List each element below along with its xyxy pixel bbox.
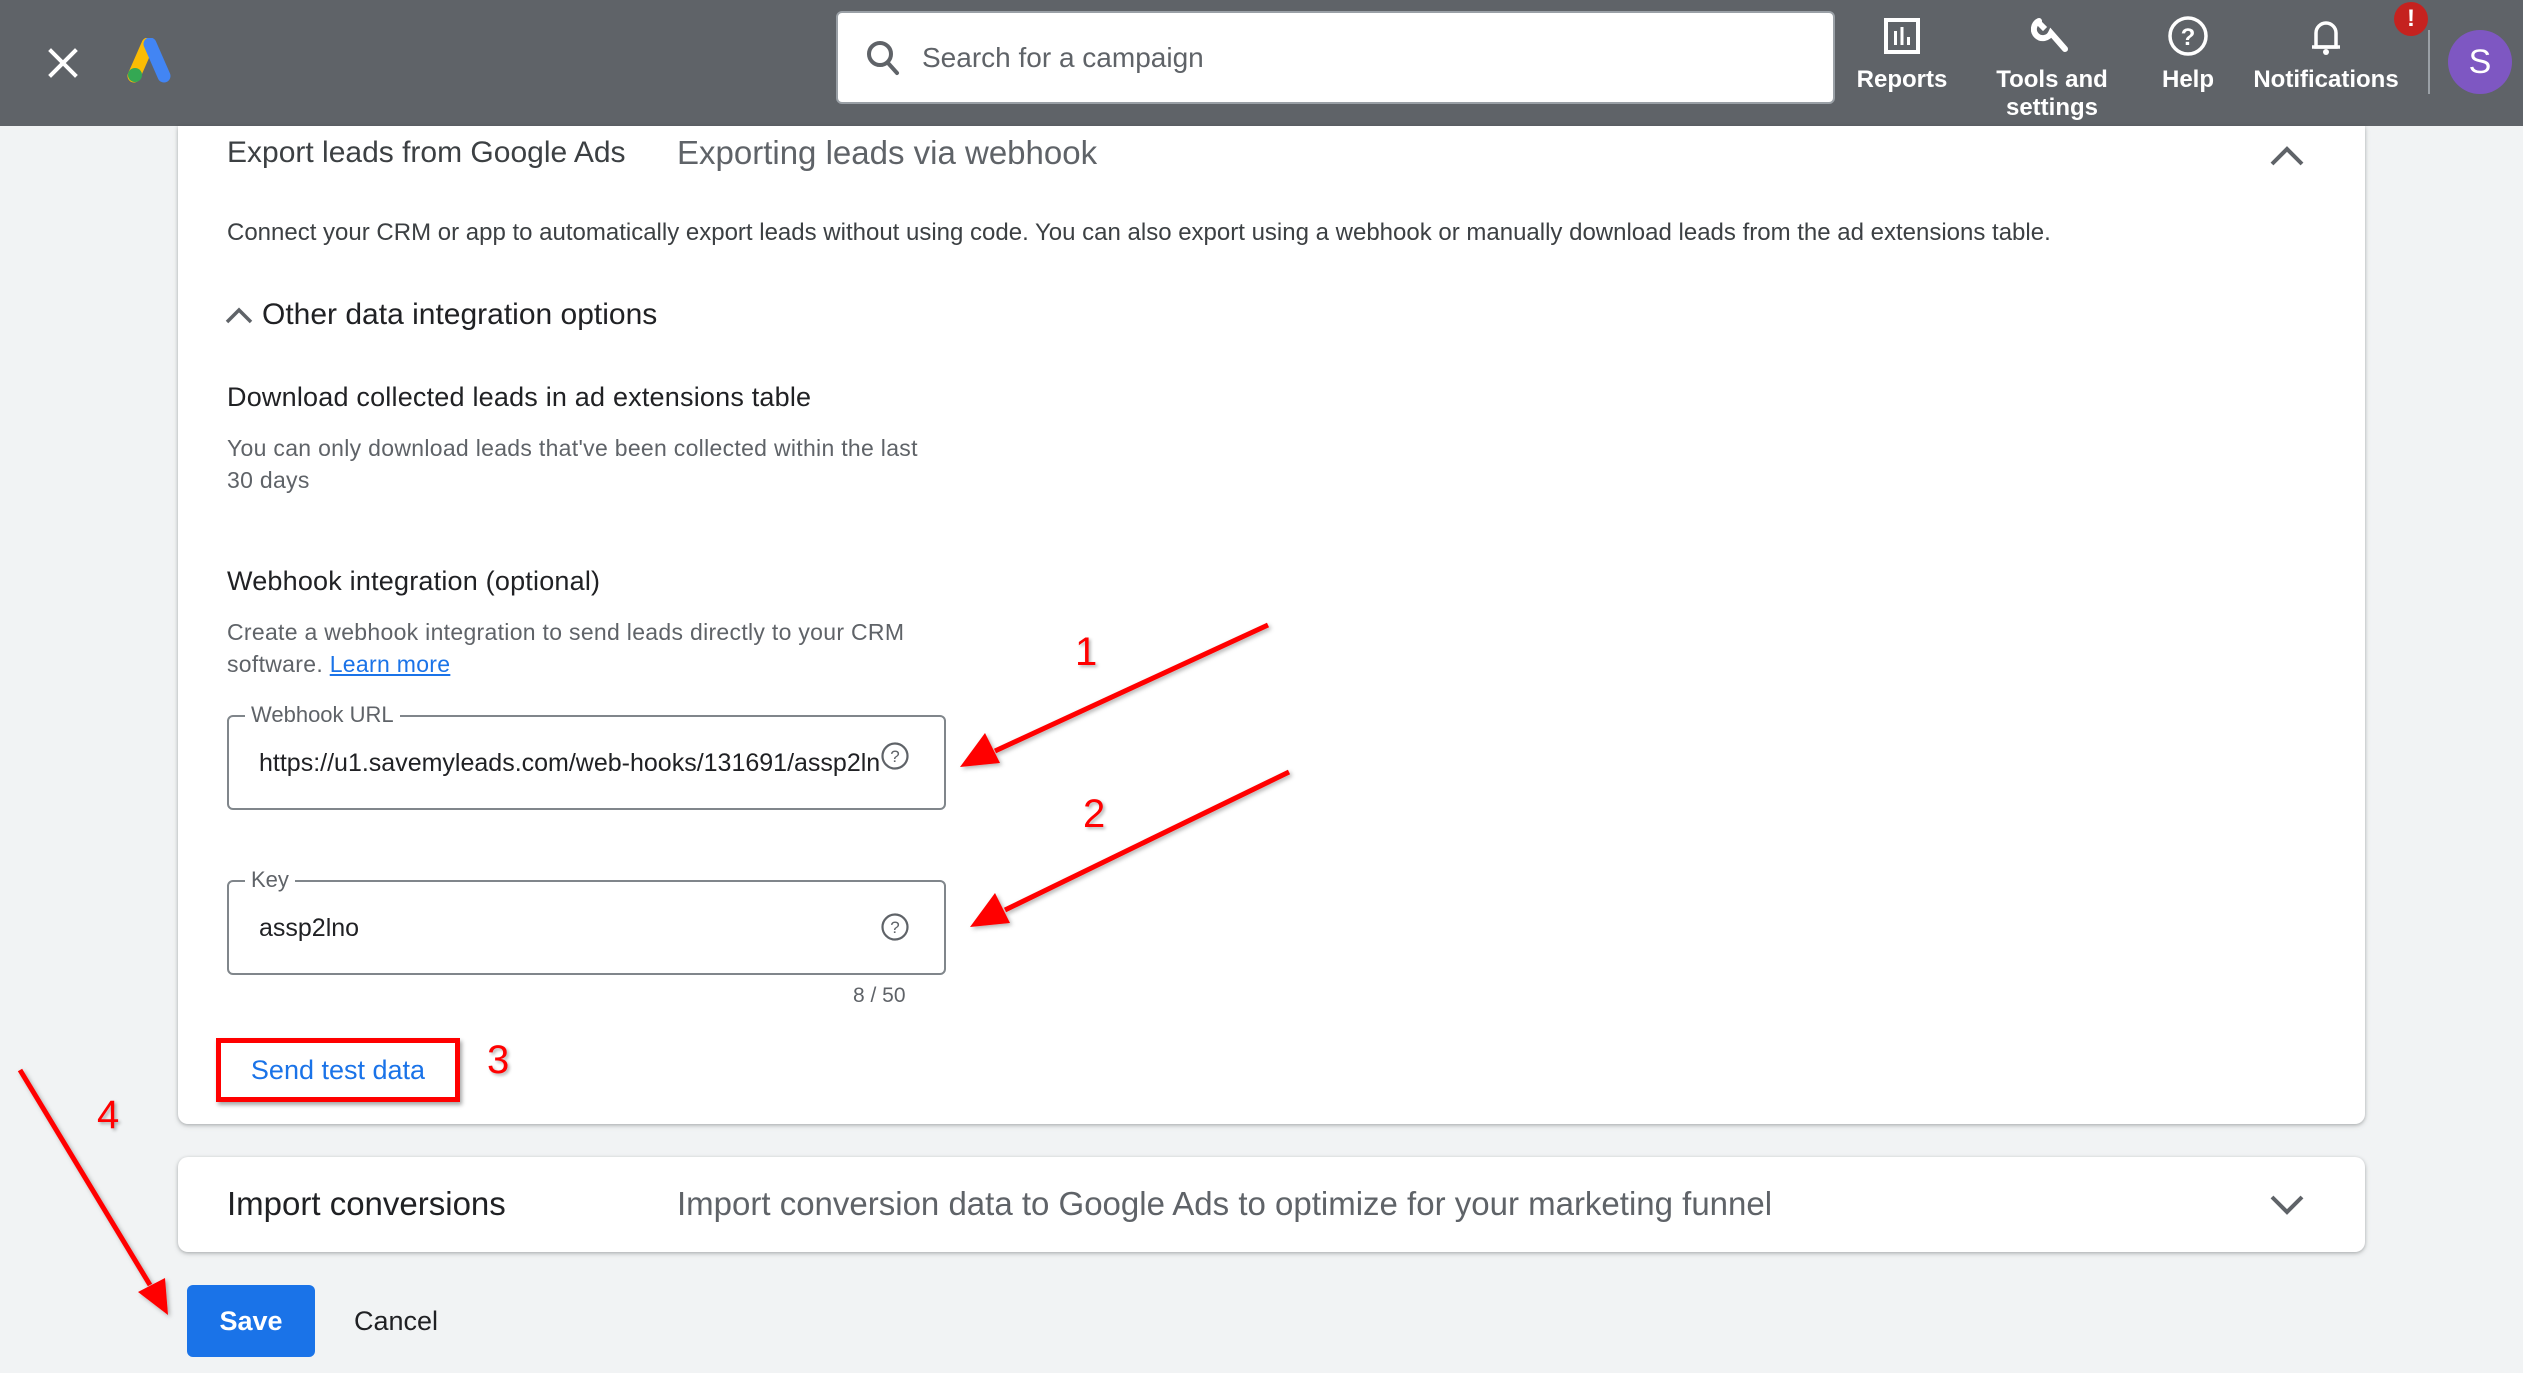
webhook-url-help-icon[interactable]: ? [880, 741, 910, 771]
cancel-button[interactable]: Cancel [336, 1285, 456, 1357]
key-input[interactable] [259, 910, 879, 946]
export-panel-title: Export leads from Google Ads [227, 136, 626, 169]
learn-more-link[interactable]: Learn more [330, 651, 451, 677]
nav-tools-label: Tools and settings [1996, 66, 2108, 121]
webhook-url-input[interactable] [259, 745, 879, 781]
nav-reports[interactable]: Reports [1855, 10, 1949, 94]
other-integration-options-label: Other data integration options [262, 298, 658, 331]
import-panel-subtitle: Import conversion data to Google Ads to … [677, 1185, 1773, 1222]
key-help-icon[interactable]: ? [880, 912, 910, 942]
export-panel-description: Connect your CRM or app to automatically… [227, 219, 2051, 246]
top-app-bar: Reports Tools and settings ? Help ! [0, 0, 2523, 126]
svg-text:?: ? [890, 747, 899, 766]
key-field[interactable]: Key ? [227, 867, 946, 975]
reports-icon [1884, 18, 1920, 54]
export-leads-panel: Export leads from Google Ads Exporting l… [178, 126, 2365, 1124]
account-avatar[interactable]: S [2448, 30, 2512, 94]
close-button[interactable] [40, 40, 86, 86]
import-panel-title: Import conversions [227, 1185, 506, 1222]
save-button[interactable]: Save [187, 1285, 315, 1357]
wrench-icon [2031, 18, 2068, 52]
download-leads-text: You can only download leads that've been… [227, 435, 918, 493]
nav-notifications[interactable]: ! Notifications [2250, 2, 2428, 94]
google-ads-logo-icon [127, 38, 171, 83]
key-character-counter: 8 / 50 [853, 984, 906, 1007]
annotation-label-4: 4 [97, 1093, 120, 1137]
svg-text:?: ? [2181, 24, 2196, 51]
annotation-arrow-4 [17, 1068, 168, 1315]
export-panel-subtitle: Exporting leads via webhook [677, 134, 1098, 171]
annotation-label-3: 3 [487, 1038, 510, 1082]
webhook-description: Create a webhook integration to send lea… [227, 619, 905, 677]
collapse-panel-button[interactable] [2267, 136, 2307, 176]
import-conversions-panel[interactable]: Import conversions Import conversion dat… [178, 1157, 2365, 1252]
download-leads-title: Download collected leads in ad extension… [227, 382, 812, 412]
send-test-data-button[interactable]: Send test data [216, 1038, 460, 1102]
other-integration-options-toggle[interactable]: Other data integration options [224, 298, 657, 332]
webhook-url-field[interactable]: Webhook URL ? [227, 702, 946, 810]
nav-help[interactable]: ? Help [2160, 10, 2216, 94]
webhook-section-text: Create a webhook integration to send lea… [227, 616, 967, 680]
topbar-divider [2428, 30, 2430, 94]
nav-help-label: Help [2161, 66, 2214, 93]
svg-text:?: ? [890, 918, 899, 937]
nav-reports-label: Reports [1856, 66, 1948, 93]
key-label: Key [245, 867, 295, 893]
close-icon [48, 48, 78, 78]
bell-icon [2312, 21, 2340, 55]
chevron-up-icon [225, 307, 253, 324]
webhook-section-title: Webhook integration (optional) [227, 566, 601, 596]
webhook-url-label: Webhook URL [245, 702, 400, 728]
expand-panel-button[interactable] [2267, 1185, 2307, 1225]
campaign-search-box[interactable] [836, 11, 1835, 104]
search-icon [867, 40, 899, 75]
nav-notifications-label: Notifications [2253, 66, 2399, 93]
notification-badge: ! [2394, 2, 2428, 36]
annotation-label-2: 2 [1083, 792, 1106, 836]
annotation-label-1: 1 [1075, 630, 1098, 674]
chevron-down-icon [2270, 1195, 2304, 1215]
help-icon: ? [2168, 16, 2208, 56]
chevron-up-icon [2270, 146, 2304, 166]
nav-tools-and-settings[interactable]: Tools and settings [1988, 10, 2116, 122]
campaign-search-input[interactable] [922, 41, 1772, 74]
